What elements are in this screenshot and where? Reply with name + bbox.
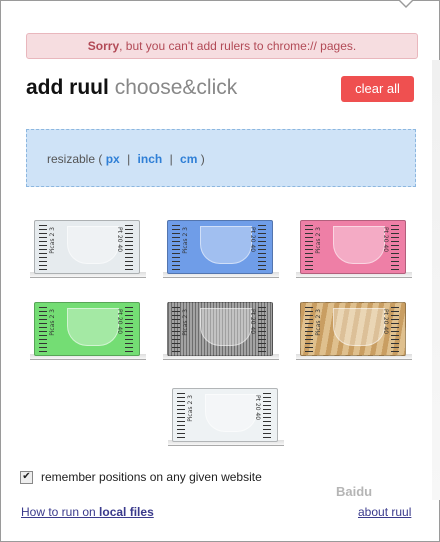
title-main: add ruul (26, 76, 109, 99)
ruler-pink[interactable]: Picas 2 3 Pt 20 40 (296, 220, 412, 278)
unit-cm-link[interactable]: cm (180, 152, 197, 166)
ruler-wood[interactable]: Picas 2 3 Pt 20 40 (296, 302, 412, 360)
resizable-dropzone[interactable]: resizable ( px | inch | cm ) (26, 129, 416, 187)
warning-banner: Sorry, but you can't add rulers to chrom… (26, 33, 418, 59)
remember-checkbox-row[interactable]: ✔ remember positions on any given websit… (20, 470, 262, 484)
ruler-clear[interactable]: Picas 2 3 Pt 20 40 (168, 388, 284, 446)
remember-checkbox[interactable]: ✔ (20, 470, 33, 484)
remember-label: remember positions on any given website (41, 470, 262, 484)
page-title: add ruul choose&click (26, 76, 237, 100)
ruler-blue[interactable]: Picas 2 3 Pt 20 40 (163, 220, 279, 278)
resizable-label: resizable (47, 152, 96, 166)
warning-strong: Sorry (87, 39, 120, 53)
unit-px-link[interactable]: px (106, 152, 120, 166)
ruler-white[interactable]: Picas 2 3 Pt 20 40 (30, 220, 146, 278)
scroll-edge (432, 60, 440, 500)
unit-inch-link[interactable]: inch (138, 152, 163, 166)
clear-all-button[interactable]: clear all (341, 76, 414, 102)
about-ruul-link[interactable]: about ruul (358, 505, 411, 519)
title-sub: choose&click (114, 76, 238, 99)
ruler-gray-stripes[interactable]: Picas 2 3 Pt 20 40 (163, 302, 279, 360)
local-files-link[interactable]: How to run on local files (21, 505, 154, 519)
warning-text: , but you can't add rulers to chrome:// … (119, 39, 357, 53)
ruler-green[interactable]: Picas 2 3 Pt 20 40 (30, 302, 146, 360)
baidu-watermark: Baidu (336, 484, 373, 499)
